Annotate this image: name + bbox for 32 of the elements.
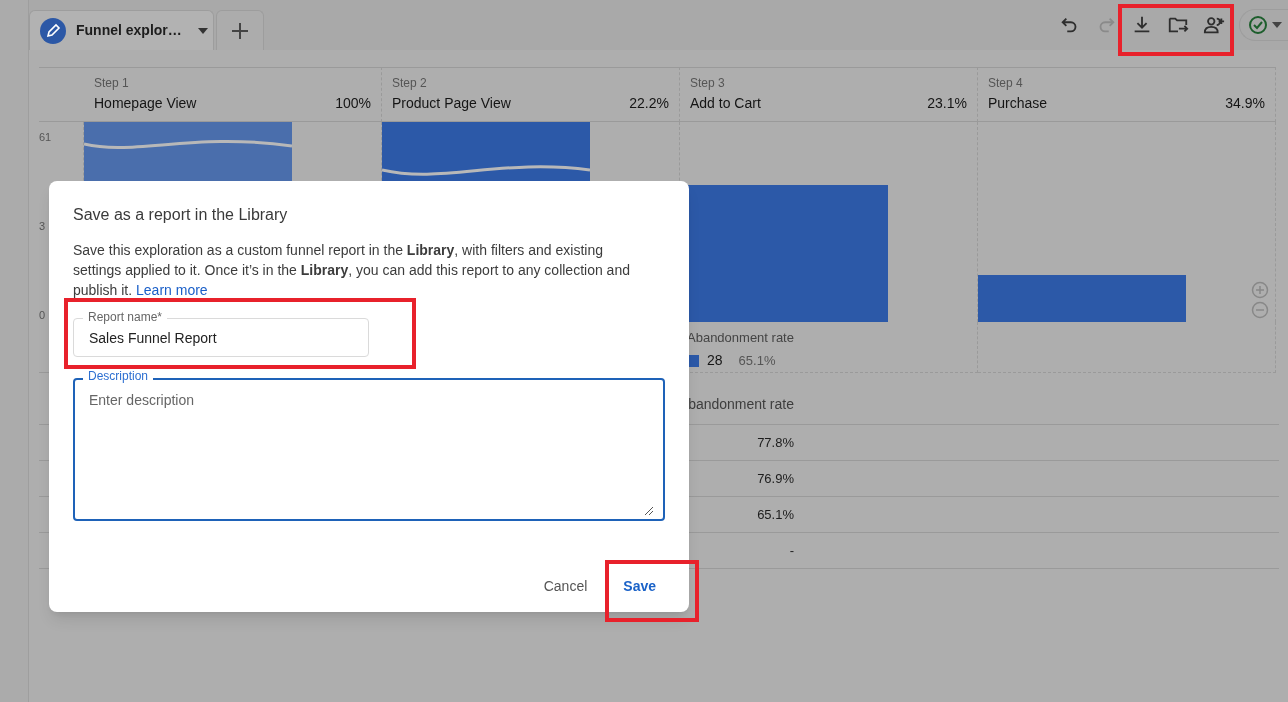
- exploration-tab[interactable]: Funnel explor…: [29, 10, 214, 50]
- table-cell-text: 77.8%: [757, 433, 794, 452]
- cancel-button[interactable]: Cancel: [530, 568, 601, 604]
- step-number: Step 1: [94, 76, 130, 90]
- step-name: Homepage View: [94, 94, 197, 112]
- dialog-description: Save this exploration as a custom funnel report in the Library, with filters and existing settings applied to it. Once it’s in the Library, you can add this report to any collection and publish it. Learn more: [73, 241, 631, 300]
- step-number: Step 3: [690, 76, 726, 90]
- step-name: Add to Cart: [690, 94, 761, 112]
- step-name: Purchase: [988, 94, 1048, 112]
- field-label: Report name*: [83, 310, 168, 324]
- step-percent: 23.1%: [927, 94, 967, 112]
- dialog-title: Save as a report in the Library: [73, 205, 289, 225]
- step-number: Step 2: [392, 76, 428, 90]
- table-cell-text: 65.1%: [757, 505, 794, 524]
- axis-label: 0: [39, 308, 46, 322]
- save-button[interactable]: Save: [610, 568, 669, 604]
- tab-label: Funnel explor…: [76, 21, 182, 40]
- abandonment-count: 28: [707, 351, 723, 370]
- learn-more-link[interactable]: Learn more: [136, 282, 208, 298]
- axis-label: 3: [39, 219, 46, 233]
- table-cell-text: -: [789, 541, 794, 560]
- step-percent: 100%: [335, 94, 371, 112]
- abandonment-rate: 65.1%: [738, 351, 776, 370]
- step-name: Product Page View: [392, 94, 511, 112]
- step-percent: 22.2%: [629, 94, 669, 112]
- step-number: Step 4: [988, 76, 1024, 90]
- field-label: Description: [83, 369, 154, 383]
- abandonment-label: Abandonment rate: [687, 330, 795, 346]
- axis-label: 61: [39, 130, 52, 144]
- step-percent: 34.9%: [1225, 94, 1265, 112]
- column-header: bandonment rate: [688, 395, 794, 414]
- table-cell-text: 76.9%: [757, 469, 794, 488]
